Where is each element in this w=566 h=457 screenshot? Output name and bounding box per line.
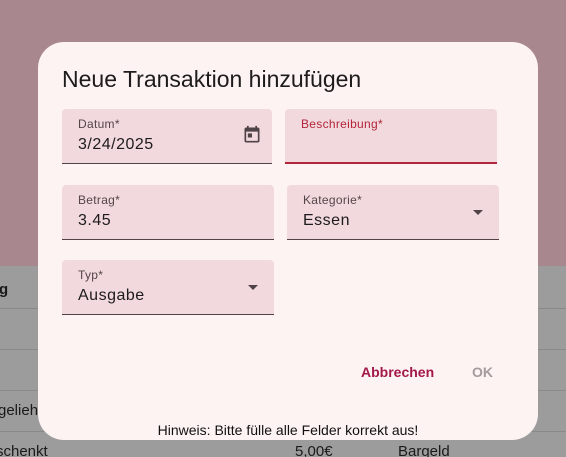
category-select-label: Kategorie* [303,193,363,207]
type-select-label: Typ* [78,268,104,282]
date-field[interactable]: Datum* 3/24/2025 [62,109,272,164]
table-header-cell: g [0,281,9,298]
calendar-icon[interactable] [242,125,262,145]
date-field-label: Datum* [78,117,120,131]
category-select-value: Essen [303,212,350,229]
date-field-value: 3/24/2025 [78,136,154,153]
ok-button[interactable]: OK [472,364,493,380]
type-select-value: Ausgabe [78,287,145,304]
amount-field-value: 3.45 [78,212,112,229]
description-field[interactable]: Beschreibung* [285,109,497,164]
amount-field[interactable]: Betrag* 3.45 [62,185,274,240]
dialog-title: Neue Transaktion hinzufügen [62,66,362,92]
amount-field-label: Betrag* [78,193,121,207]
type-select[interactable]: Typ* Ausgabe [62,260,274,315]
table-row-amount: 5,00€ [295,443,333,457]
validation-hint: Hinweis: Bitte fülle alle Felder korrekt… [157,422,419,438]
category-select[interactable]: Kategorie* Essen [287,185,499,240]
table-row-description: schenkt [0,443,48,457]
table-row-payment: Bargeld [398,443,450,457]
dropdown-arrow-icon [248,285,258,290]
add-transaction-dialog: Neue Transaktion hinzufügen Datum* 3/24/… [38,42,538,440]
dropdown-arrow-icon [473,210,483,215]
cancel-button[interactable]: Abbrechen [361,364,434,380]
description-field-label: Beschreibung* [301,117,383,131]
